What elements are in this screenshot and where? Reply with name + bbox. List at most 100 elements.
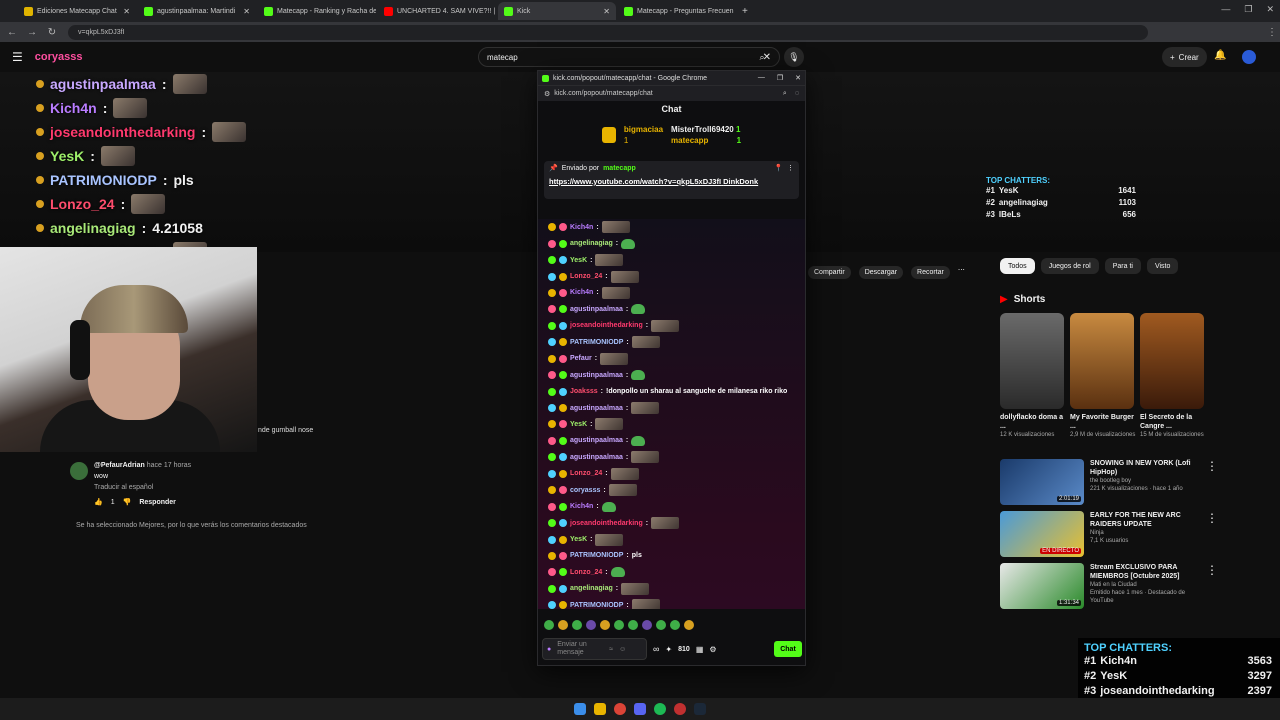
chat-message[interactable]: agustinpaalmaa: <box>538 449 805 465</box>
chat-message[interactable]: YesK: <box>538 416 805 432</box>
emote-icon[interactable] <box>586 620 596 630</box>
emote-icon[interactable] <box>544 620 554 630</box>
short-item[interactable]: dollyflacko doma a ... 12 K visualizacion… <box>1000 313 1066 439</box>
maximize-icon[interactable]: ❐ <box>1244 4 1252 15</box>
more-icon[interactable]: ⋮ <box>1206 563 1218 609</box>
browser-tab[interactable]: UNCHARTED 4. SAM VIVE?!! | C✕ <box>378 2 496 20</box>
chat-message[interactable]: coryasss: <box>538 482 805 498</box>
chat-username[interactable]: agustinpaalmaa <box>570 372 623 379</box>
back-icon[interactable]: ← <box>4 27 20 38</box>
reload-icon[interactable]: ↻ <box>44 27 60 38</box>
minimize-icon[interactable]: — <box>1221 4 1230 15</box>
menu-icon[interactable]: ☰ <box>12 50 23 64</box>
video-thumbnail[interactable]: 2:01:19 <box>1000 459 1084 505</box>
filter-chip[interactable]: Juegos de rol <box>1040 258 1099 274</box>
short-title[interactable]: My Favorite Burger ... <box>1070 413 1136 431</box>
mic-icon[interactable]: 🎙 <box>784 47 804 67</box>
gifter-name[interactable]: matecapp <box>671 136 708 145</box>
emote-icon[interactable] <box>642 620 652 630</box>
chat-message[interactable]: Joaksss: !donpollo un sharau al sanguche … <box>538 383 805 399</box>
link-icon[interactable]: ∞ <box>653 644 659 654</box>
chat-username[interactable]: coryasss <box>570 487 600 494</box>
emote-icon[interactable] <box>684 620 694 630</box>
chat-username[interactable]: YesK <box>570 257 587 264</box>
video-item[interactable]: EN DIRECTO EARLY FOR THE NEW ARC RAIDERS … <box>1000 511 1220 557</box>
chat-message[interactable]: Lonzo_24: <box>538 564 805 580</box>
chat-message[interactable]: PATRIMONIODP: <box>538 334 805 350</box>
short-item[interactable]: My Favorite Burger ... 2,9 M de visualiza… <box>1070 313 1136 439</box>
popup-close-icon[interactable]: ✕ <box>795 74 801 82</box>
chat-username[interactable]: YesK <box>570 536 587 543</box>
channel-logo[interactable]: coryasss <box>35 51 83 63</box>
emote-icon[interactable] <box>614 620 624 630</box>
browser-tab[interactable]: Kick ✕ <box>498 2 616 20</box>
store-icon[interactable]: ▦ <box>696 645 704 654</box>
forward-icon[interactable]: → <box>24 27 40 38</box>
chat-username[interactable]: Joaksss <box>570 388 598 395</box>
video-action-button[interactable]: Descargar <box>858 266 904 279</box>
settings-icon[interactable]: ⚙ <box>709 645 716 654</box>
chrome-icon[interactable] <box>614 703 626 715</box>
short-thumbnail[interactable] <box>1140 313 1204 409</box>
chat-message[interactable]: Kich4n: <box>538 285 805 301</box>
smile-icon[interactable]: ☺ <box>619 646 626 653</box>
popup-minimize-icon[interactable]: — <box>758 74 765 82</box>
chat-username[interactable]: agustinpaalmaa <box>570 454 623 461</box>
video-action-button[interactable]: Recortar <box>911 266 950 279</box>
chat-message[interactable]: Lonzo_24: <box>538 466 805 482</box>
short-thumbnail[interactable] <box>1000 313 1064 409</box>
chat-username[interactable]: Kich4n <box>570 224 593 231</box>
video-title[interactable]: SNOWING IN NEW YORK (Lofi HipHop) <box>1090 459 1200 477</box>
chat-username[interactable]: YesK <box>570 421 587 428</box>
short-title[interactable]: dollyflacko doma a ... <box>1000 413 1066 431</box>
site-info-icon[interactable]: ⚙ <box>544 90 550 98</box>
extensions-icon[interactable]: ⋮ <box>1264 27 1280 38</box>
video-title[interactable]: EARLY FOR THE NEW ARC RAIDERS UPDATE <box>1090 511 1200 529</box>
gifter-name[interactable]: MisterTroll69420 <box>671 125 734 134</box>
chat-message[interactable]: joseandointhedarking: <box>538 318 805 334</box>
video-channel[interactable]: Mati en la Ciudad <box>1090 581 1200 589</box>
filter-chip[interactable]: Para ti <box>1104 258 1141 274</box>
discord-icon[interactable] <box>634 703 646 715</box>
chat-username[interactable]: agustinpaalmaa <box>570 405 623 412</box>
emote-icon[interactable] <box>558 620 568 630</box>
browser-tab[interactable]: Ediciones Matecapp Chat ✕ <box>18 2 136 20</box>
video-channel[interactable]: the bootleg boy <box>1090 477 1200 485</box>
more-icon[interactable]: ⋮ <box>1206 511 1218 557</box>
comment-author[interactable]: @PefaurAdrian <box>94 462 145 469</box>
close-icon[interactable]: ✕ <box>1266 4 1274 15</box>
spotify-icon[interactable] <box>654 703 666 715</box>
chat-username[interactable]: PATRIMONIODP <box>570 339 623 346</box>
filter-chip[interactable]: Todos <box>1000 258 1035 274</box>
filter-chip[interactable]: Visto <box>1146 258 1179 274</box>
create-button[interactable]: + Crear <box>1162 47 1207 67</box>
chat-message[interactable]: agustinpaalmaa: <box>538 433 805 449</box>
reply-button[interactable]: Responder <box>139 499 176 506</box>
chat-message[interactable]: agustinpaalmaa: <box>538 400 805 416</box>
unpin-icon[interactable]: 📍 <box>774 164 783 172</box>
chat-username[interactable]: Kich4n <box>570 289 593 296</box>
new-tab-button[interactable]: + <box>742 6 748 17</box>
eye-off-icon[interactable]: ◌ <box>795 90 799 98</box>
avatar[interactable] <box>1242 50 1256 64</box>
more-icon[interactable]: ⋮ <box>787 164 794 172</box>
emote-icon[interactable] <box>656 620 666 630</box>
chat-message[interactable]: Kich4n: <box>538 219 805 235</box>
chat-username[interactable]: Pefaur <box>570 355 592 362</box>
chat-message[interactable]: angelinagiag: <box>538 235 805 251</box>
chat-message[interactable]: YesK: <box>538 531 805 547</box>
emote-icon[interactable] <box>572 620 582 630</box>
emote-icon[interactable] <box>670 620 680 630</box>
short-item[interactable]: El Secreto de la Cangre ... 15 M de visua… <box>1140 313 1206 439</box>
chat-message[interactable]: Kich4n: <box>538 498 805 514</box>
video-thumbnail[interactable]: 1:31:34 <box>1000 563 1084 609</box>
video-action-button[interactable]: Compartir <box>808 266 851 279</box>
chat-message[interactable]: Lonzo_24: <box>538 268 805 284</box>
more-icon[interactable]: ⋮ <box>1206 459 1218 505</box>
chat-username[interactable]: angelinagiag <box>570 240 613 247</box>
chat-username[interactable]: joseandointhedarking <box>570 322 643 329</box>
chat-username[interactable]: PATRIMONIODP <box>570 602 623 609</box>
video-channel[interactable]: Ninja <box>1090 529 1200 537</box>
app-icon[interactable] <box>674 703 686 715</box>
emote-icon[interactable]: ≈ <box>609 646 613 653</box>
